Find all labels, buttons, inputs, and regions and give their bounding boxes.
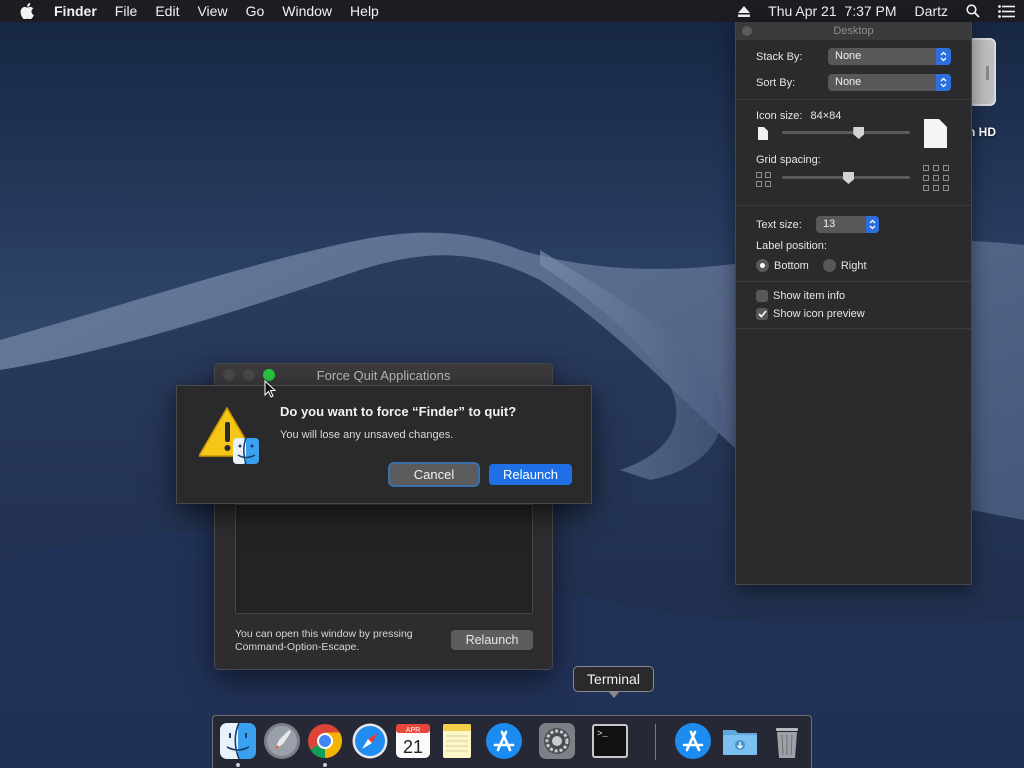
force-quit-note: You can open this window by pressing Com… — [235, 628, 413, 653]
spotlight-icon[interactable] — [966, 4, 980, 18]
notification-center-icon[interactable] — [998, 4, 1015, 18]
warning-icon — [199, 406, 259, 465]
hard-drive-label[interactable]: h HD — [968, 125, 996, 139]
sort-by-value: None — [835, 76, 862, 88]
terminal-prompt: >_ — [597, 729, 608, 739]
terminal-icon[interactable]: >_ — [591, 722, 629, 760]
stack-by-popup[interactable]: None — [828, 48, 951, 65]
close-button[interactable] — [223, 369, 235, 381]
menubar-clock[interactable]: Thu Apr 21 7:37 PM — [768, 3, 896, 19]
close-button[interactable] — [742, 26, 752, 36]
sort-by-popup[interactable]: None — [828, 74, 951, 91]
dock: APR 21 >_ — [212, 715, 812, 768]
radio-right-label[interactable]: Right — [841, 260, 867, 272]
force-quit-title: Force Quit Applications — [316, 367, 451, 383]
alert-message: You will lose any unsaved changes. — [280, 429, 454, 441]
calendar-icon[interactable]: APR 21 — [394, 722, 432, 760]
apple-menu[interactable] — [0, 3, 54, 19]
label-position-label: Label position: — [756, 240, 827, 252]
icon-size-slider[interactable] — [782, 131, 910, 134]
checkmark-icon — [757, 310, 767, 318]
grid-spacing-slider-knob[interactable] — [843, 172, 855, 184]
large-document-icon — [924, 119, 947, 148]
app-store-icon[interactable] — [485, 722, 523, 760]
grid-large-icon — [923, 165, 949, 191]
view-options-titlebar[interactable]: Desktop — [736, 22, 971, 40]
menu-edit[interactable]: Edit — [146, 3, 188, 19]
google-chrome-icon[interactable] — [306, 722, 344, 760]
menubar-user[interactable]: Dartz — [915, 3, 948, 19]
icon-size-value: 84×84 — [810, 110, 842, 122]
notes-icon[interactable] — [438, 722, 476, 760]
application-list[interactable] — [235, 504, 533, 614]
menu-bar: Finder File Edit View Go Window Help Thu… — [0, 0, 1024, 22]
text-size-value: 13 — [823, 218, 836, 230]
small-document-icon — [758, 127, 768, 140]
icon-size-label: Icon size: — [756, 110, 803, 122]
relaunch-button[interactable]: Relaunch — [489, 464, 572, 485]
dock-tooltip: Terminal — [573, 666, 654, 698]
running-indicator — [236, 763, 240, 767]
app-store-download-icon[interactable] — [674, 722, 712, 760]
menu-go[interactable]: Go — [237, 3, 274, 19]
popup-arrows-icon — [866, 216, 879, 233]
stack-by-value: None — [835, 50, 862, 62]
text-size-popup[interactable]: 13 — [816, 216, 879, 233]
menu-help[interactable]: Help — [341, 3, 388, 19]
force-quit-alert: Do you want to force “Finder” to quit? Y… — [176, 385, 592, 504]
text-size-label: Text size: — [756, 218, 802, 231]
cancel-button[interactable]: Cancel — [390, 464, 478, 485]
menu-finder[interactable]: Finder — [54, 3, 106, 19]
downloads-folder-icon[interactable] — [721, 722, 759, 760]
stack-by-label: Stack By: — [756, 50, 803, 63]
icon-size-slider-knob[interactable] — [853, 127, 865, 139]
radio-right[interactable] — [822, 259, 836, 272]
force-quit-relaunch-button[interactable]: Relaunch — [451, 630, 533, 650]
dock-separator — [655, 724, 656, 760]
show-item-info-checkbox[interactable] — [756, 290, 768, 302]
running-indicator — [323, 763, 327, 767]
menu-file[interactable]: File — [106, 3, 147, 19]
show-item-info-label[interactable]: Show item info — [773, 290, 845, 302]
mouse-cursor-icon — [264, 380, 276, 398]
safari-icon[interactable] — [351, 722, 389, 760]
menu-window[interactable]: Window — [273, 3, 341, 19]
radio-bottom[interactable] — [756, 259, 769, 272]
calendar-month: APR — [406, 727, 420, 734]
grid-small-icon — [756, 172, 771, 187]
show-icon-preview-checkbox[interactable] — [756, 308, 768, 320]
eject-icon[interactable] — [738, 5, 751, 17]
view-options-title: Desktop — [833, 25, 874, 37]
calendar-day: 21 — [403, 737, 423, 757]
grid-spacing-label: Grid spacing: — [756, 154, 821, 166]
alert-title: Do you want to force “Finder” to quit? — [280, 404, 517, 419]
trash-icon[interactable] — [768, 722, 806, 760]
launchpad-icon[interactable] — [263, 722, 301, 760]
sort-by-label: Sort By: — [756, 76, 796, 89]
system-preferences-icon[interactable] — [538, 722, 576, 760]
minimize-button[interactable] — [243, 369, 255, 381]
finder-badge-icon — [233, 437, 259, 465]
finder-icon[interactable] — [219, 722, 257, 760]
popup-arrows-icon — [936, 74, 951, 91]
desktop-view-options-panel: Desktop Stack By: None Sort By: None Ico… — [735, 22, 972, 585]
apple-icon — [20, 3, 34, 19]
popup-arrows-icon — [936, 48, 951, 65]
menu-view[interactable]: View — [188, 3, 236, 19]
radio-bottom-label[interactable]: Bottom — [774, 260, 809, 272]
show-icon-preview-label[interactable]: Show icon preview — [773, 308, 865, 320]
